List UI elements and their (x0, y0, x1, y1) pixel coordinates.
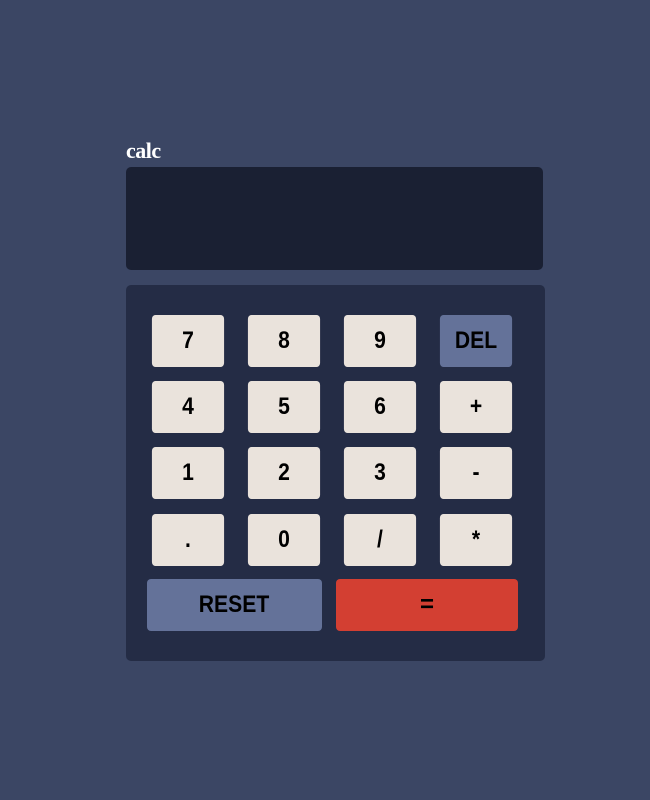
key-0[interactable]: 0 (247, 514, 321, 566)
multiply-button[interactable]: * (439, 514, 513, 566)
key-2[interactable]: 2 (247, 447, 321, 499)
key-9[interactable]: 9 (343, 315, 417, 367)
key-7-label: 7 (182, 327, 194, 354)
key-8[interactable]: 8 (247, 315, 321, 367)
minus-button-label: - (472, 459, 480, 486)
minus-button[interactable]: - (439, 447, 513, 499)
key-9-label: 9 (374, 327, 386, 354)
key-0-label: 0 (278, 526, 290, 553)
key-4-label: 4 (182, 393, 194, 420)
plus-button-label: + (469, 393, 483, 420)
delete-button-label: DEL (454, 327, 498, 354)
divide-button[interactable]: / (343, 514, 417, 566)
plus-button[interactable]: + (439, 381, 513, 433)
divide-button-label: / (377, 526, 383, 553)
key-1[interactable]: 1 (151, 447, 225, 499)
key-8-label: 8 (278, 327, 290, 354)
app-title: calc (126, 138, 161, 163)
key-7[interactable]: 7 (151, 315, 225, 367)
key-6-label: 6 (374, 393, 386, 420)
key-5[interactable]: 5 (247, 381, 321, 433)
decimal-button-label: . (185, 526, 191, 553)
key-1-label: 1 (182, 459, 194, 486)
key-6[interactable]: 6 (343, 381, 417, 433)
key-5-label: 5 (278, 393, 290, 420)
reset-button[interactable]: RESET (147, 579, 322, 631)
key-3[interactable]: 3 (343, 447, 417, 499)
multiply-button-label: * (471, 526, 481, 553)
key-3-label: 3 (374, 459, 386, 486)
delete-button[interactable]: DEL (439, 315, 513, 367)
key-4[interactable]: 4 (151, 381, 225, 433)
key-2-label: 2 (278, 459, 290, 486)
decimal-button[interactable]: . (151, 514, 225, 566)
equals-button-label: = (419, 591, 434, 618)
keypad: 7 8 9 DEL 4 5 6 + 1 2 3 - . 0 / * RESET … (126, 285, 545, 661)
reset-button-label: RESET (199, 591, 270, 618)
equals-button[interactable]: = (336, 579, 518, 631)
calculator-display (126, 167, 543, 270)
